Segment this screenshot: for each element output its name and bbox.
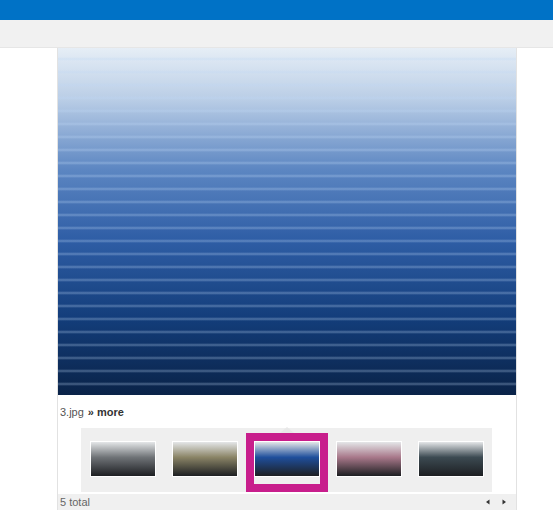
status-bar: 5 total <box>58 494 516 510</box>
thumbnail-image <box>90 441 156 477</box>
thumbnail[interactable] <box>82 433 164 492</box>
gallery: 3.jpg » more 5 total <box>57 48 517 510</box>
top-bar <box>0 0 553 20</box>
pager <box>484 498 514 506</box>
thumbnail-image <box>336 441 402 477</box>
sub-bar <box>0 20 553 48</box>
main-image <box>58 48 516 395</box>
thumbnail[interactable] <box>164 433 246 492</box>
thumbnail-image <box>418 441 484 477</box>
caption: 3.jpg » more <box>58 395 516 428</box>
total-count: 5 total <box>60 496 90 508</box>
page: 3.jpg » more 5 total <box>0 0 553 526</box>
thumbnail-strip <box>81 428 492 492</box>
thumbnail[interactable] <box>328 433 410 492</box>
next-arrow-icon[interactable] <box>500 498 508 506</box>
prev-arrow-icon[interactable] <box>484 498 492 506</box>
thumbnail[interactable] <box>246 433 328 492</box>
more-link[interactable]: » more <box>88 406 124 418</box>
thumbnail[interactable] <box>410 433 492 492</box>
image-name: 3.jpg <box>60 406 84 418</box>
content: 3.jpg » more 5 total <box>0 48 553 510</box>
selection-pointer <box>280 427 294 433</box>
thumbnail-image <box>172 441 238 477</box>
thumbnail-image <box>254 441 320 477</box>
